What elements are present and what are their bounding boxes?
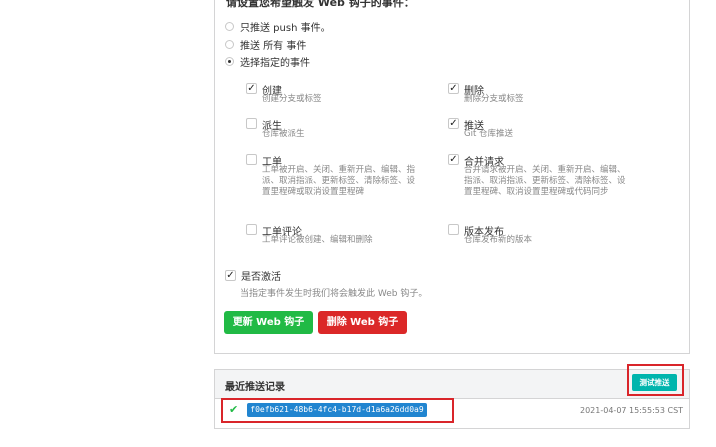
highlight-box-test-button — [627, 364, 684, 396]
radio-label: 推送 所有 事件 — [240, 41, 307, 52]
events-section-title: 请设置您希望触发 Web 钩子的事件： — [226, 0, 415, 9]
update-webhook-button[interactable]: 更新 Web 钩子 — [224, 311, 313, 334]
event-delete: ✓ 删除 删除分支或标签 — [448, 82, 628, 106]
event-issues: 工单 工单被开启、关闭、重新开启、编辑、指派、取消指派、更新标签、清除标签、设置… — [246, 153, 426, 203]
event-create-checkbox[interactable]: ✓ — [246, 83, 257, 94]
event-issue-comment: 工单评论 工单评论被创建、编辑和删除 — [246, 223, 426, 247]
event-push: ✓ 推送 Git 仓库推送 — [448, 117, 628, 141]
radio-circle-checked[interactable] — [225, 57, 234, 66]
radio-circle[interactable] — [225, 22, 234, 31]
event-release: 版本发布 仓库发布新的版本 — [448, 223, 628, 247]
event-release-checkbox[interactable] — [448, 224, 459, 235]
event-issues-checkbox[interactable] — [246, 154, 257, 165]
event-pull-request-desc: 合并请求被开启、关闭、重新开启、编辑、指派、取消指派、更新标签、清除标签、设置里… — [464, 165, 626, 197]
recent-deliveries-title: 最近推送记录 — [225, 382, 285, 393]
event-push-checkbox[interactable]: ✓ — [448, 118, 459, 129]
event-release-desc: 仓库发布新的版本 — [464, 235, 533, 245]
recent-deliveries-header: 最近推送记录 — [215, 370, 689, 399]
event-fork-checkbox[interactable] — [246, 118, 257, 129]
radio-push-only[interactable]: 只推送 push 事件。 — [225, 19, 331, 34]
event-fork-desc: 仓库被派生 — [262, 129, 305, 139]
event-issue-comment-checkbox[interactable] — [246, 224, 257, 235]
radio-label: 只推送 push 事件。 — [240, 23, 331, 34]
event-issues-desc: 工单被开启、关闭、重新开启、编辑、指派、取消指派、更新标签、清除标签、设置里程碑… — [262, 165, 416, 197]
active-toggle[interactable]: ✓ 是否激活 — [225, 268, 281, 283]
event-pull-request-checkbox[interactable]: ✓ — [448, 154, 459, 165]
webhook-settings-page: 请设置您希望触发 Web 钩子的事件： 只推送 push 事件。 推送 所有 事… — [0, 0, 716, 447]
event-pull-request: ✓ 合并请求 合并请求被开启、关闭、重新开启、编辑、指派、取消指派、更新标签、清… — [448, 153, 628, 213]
delivery-timestamp: 2021-04-07 15:55:53 CST — [580, 406, 684, 415]
event-delete-desc: 删除分支或标签 — [464, 94, 524, 104]
delete-webhook-button[interactable]: 删除 Web 钩子 — [318, 311, 407, 334]
active-label: 是否激活 — [241, 272, 281, 283]
active-description: 当指定事件发生时我们将会触发此 Web 钩子。 — [240, 289, 428, 299]
radio-all-events[interactable]: 推送 所有 事件 — [225, 37, 306, 52]
event-delete-checkbox[interactable]: ✓ — [448, 83, 459, 94]
radio-circle[interactable] — [225, 40, 234, 49]
event-create: ✓ 创建 创建分支或标签 — [246, 82, 426, 106]
event-push-desc: Git 仓库推送 — [464, 129, 513, 139]
event-issue-comment-desc: 工单评论被创建、编辑和删除 — [262, 235, 373, 245]
radio-choose-events[interactable]: 选择指定的事件 — [225, 54, 310, 69]
highlight-box-delivery — [221, 398, 454, 423]
event-fork: 派生 仓库被派生 — [246, 117, 426, 141]
radio-label: 选择指定的事件 — [240, 58, 310, 69]
event-create-desc: 创建分支或标签 — [262, 94, 322, 104]
active-checkbox[interactable]: ✓ — [225, 270, 236, 281]
